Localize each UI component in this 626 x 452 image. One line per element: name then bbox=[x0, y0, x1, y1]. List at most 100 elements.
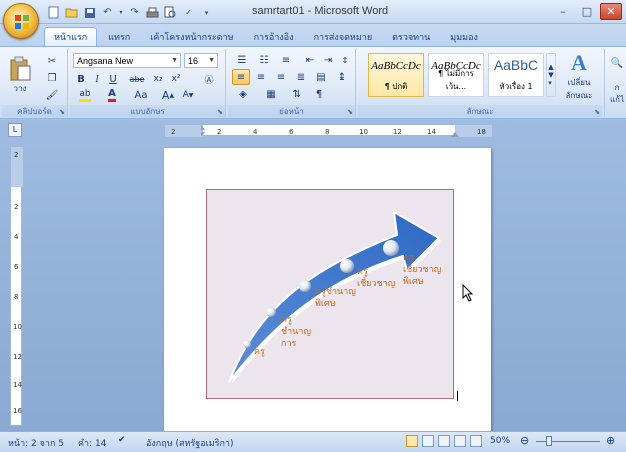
shrink-font-button[interactable]: A ▼ bbox=[180, 87, 196, 103]
style-normal[interactable]: AaBbCcDc ¶ ปกติ bbox=[368, 53, 424, 97]
open-icon[interactable] bbox=[64, 5, 79, 20]
clipboard-group: วาง ✂ ❐ 🖌 คลิปบอร์ด ⬊ bbox=[2, 49, 68, 117]
word-count[interactable]: คำ: 14 bbox=[78, 436, 106, 450]
zoom-level[interactable]: 50% bbox=[490, 436, 510, 446]
italic-button[interactable]: I bbox=[90, 71, 104, 87]
tab-view[interactable]: มุมมอง bbox=[441, 27, 487, 46]
align-center-icon[interactable]: ≡ bbox=[252, 69, 270, 85]
strikethrough-button[interactable]: abe bbox=[126, 71, 148, 87]
smartart-label[interactable]: ครูชำนาญ พิเศษ bbox=[315, 286, 356, 310]
horizontal-ruler[interactable]: 2 2 4 6 8 10 12 14 18 bbox=[164, 124, 492, 137]
paste-button[interactable]: วาง bbox=[6, 53, 34, 97]
sort-icon[interactable]: ↕ bbox=[338, 52, 352, 68]
proofing-icon[interactable]: ✔ bbox=[118, 435, 126, 445]
distributed-icon[interactable]: ▤ bbox=[312, 69, 330, 85]
close-icon[interactable]: ✕ bbox=[600, 3, 622, 20]
new-icon[interactable] bbox=[46, 5, 61, 20]
print-icon[interactable] bbox=[145, 5, 160, 20]
word-window: ↶ ▾ ↷ ✓ ▾ samrtart01 - Microsoft Word – … bbox=[0, 0, 626, 452]
change-case-button[interactable]: Aa bbox=[128, 87, 154, 103]
increase-indent-icon[interactable]: ⇥ bbox=[320, 52, 336, 68]
spelling-icon[interactable]: ✓ bbox=[181, 5, 196, 20]
underline-button[interactable]: U bbox=[106, 71, 120, 87]
cut-icon[interactable]: ✂ bbox=[42, 53, 62, 69]
bullets-icon[interactable]: ☰ bbox=[232, 52, 252, 68]
zoom-slider-thumb[interactable] bbox=[546, 436, 552, 446]
borders-icon[interactable]: ▦ bbox=[260, 86, 282, 102]
highlight-button[interactable]: ab bbox=[74, 87, 96, 103]
save-icon[interactable] bbox=[82, 5, 97, 20]
print-layout-view-icon[interactable] bbox=[406, 435, 418, 447]
draft-view-icon[interactable] bbox=[470, 435, 482, 447]
copy-icon[interactable]: ❐ bbox=[42, 70, 62, 86]
editing-label-2[interactable]: แก้ไ bbox=[607, 91, 626, 107]
find-icon[interactable]: 🔍 bbox=[607, 55, 626, 71]
paragraph-launcher-icon[interactable]: ⬊ bbox=[347, 108, 353, 116]
page-count[interactable]: หน้า: 2 จาก 5 bbox=[8, 436, 64, 450]
align-right-icon[interactable]: ≡ bbox=[272, 69, 290, 85]
multilevel-list-icon[interactable]: ≡ bbox=[276, 52, 296, 68]
redo-icon[interactable]: ↷ bbox=[127, 5, 142, 20]
outline-view-icon[interactable] bbox=[454, 435, 466, 447]
font-color-button[interactable]: A bbox=[102, 87, 122, 103]
format-painter-icon[interactable]: 🖌 bbox=[42, 87, 62, 103]
minimize-icon[interactable]: – bbox=[552, 3, 574, 20]
vertical-ruler-ticks: 2 2 4 6 8 10 12 14 16 bbox=[11, 147, 23, 415]
bold-button[interactable]: B bbox=[74, 71, 88, 87]
ruler-tick: 8 bbox=[14, 293, 18, 301]
print-preview-icon[interactable] bbox=[163, 5, 178, 20]
grow-font-button[interactable]: A ▲ bbox=[160, 87, 176, 103]
smartart-label[interactable]: ครู ชำนาญ การ bbox=[281, 314, 311, 350]
style-no-spacing[interactable]: AaBbCcDc ¶ ไม่มีการเว้น... bbox=[428, 53, 484, 97]
show-marks-icon[interactable]: ¶ bbox=[310, 86, 328, 102]
decrease-indent-icon[interactable]: ⇤ bbox=[302, 52, 318, 68]
tab-home[interactable]: หน้าแรก bbox=[44, 27, 98, 46]
tab-review[interactable]: ตรวจทาน bbox=[383, 27, 439, 46]
subscript-button[interactable]: x₂ bbox=[150, 71, 166, 87]
style-heading-1[interactable]: AaBbC หัวเรื่อง 1 bbox=[488, 53, 544, 97]
tab-selector[interactable]: L bbox=[8, 123, 22, 137]
ruler-tick: 16 bbox=[13, 407, 22, 415]
tab-references[interactable]: การอ้างอิง bbox=[245, 27, 303, 46]
smartart-label[interactable]: ครู เชี่ยวชาญ พิเศษ bbox=[403, 252, 441, 288]
vertical-ruler[interactable]: 2 2 4 6 8 10 12 14 16 bbox=[10, 146, 23, 426]
smartart-label[interactable]: ครู bbox=[254, 346, 265, 358]
zoom-out-icon[interactable]: ⊖ bbox=[520, 434, 529, 447]
tab-page-layout[interactable]: เค้าโครงหน้ากระดาษ bbox=[141, 27, 242, 46]
window-controls: – □ ✕ bbox=[552, 3, 622, 20]
maximize-icon[interactable]: □ bbox=[576, 3, 598, 20]
smartart-label[interactable]: ครู เชี่ยวชาญ bbox=[357, 266, 395, 290]
full-screen-reading-icon[interactable] bbox=[422, 435, 434, 447]
justify-icon[interactable]: ≣ bbox=[292, 69, 310, 85]
clear-formatting-button[interactable]: Ⓐ bbox=[200, 71, 218, 87]
font-name-combo[interactable]: Angsana New ▼ bbox=[73, 53, 181, 68]
align-left-icon[interactable]: ≡ bbox=[232, 69, 250, 85]
styles-launcher-icon[interactable]: ⬊ bbox=[594, 108, 600, 116]
numbering-icon[interactable]: ☷ bbox=[254, 52, 274, 68]
font-size-combo[interactable]: 16 ▼ bbox=[184, 53, 218, 68]
zoom-in-icon[interactable]: ⊕ bbox=[606, 434, 615, 447]
shading-icon[interactable]: ◈ bbox=[232, 86, 254, 102]
tab-insert[interactable]: แทรก bbox=[99, 27, 139, 46]
text-caret bbox=[457, 391, 458, 401]
editing-group: 🔍 ก แก้ไ bbox=[604, 49, 626, 117]
language-indicator[interactable]: อังกฤษ (สหรัฐอเมริกา) bbox=[146, 436, 234, 450]
line-spacing-icon[interactable]: ↨ bbox=[332, 69, 352, 85]
undo-dropdown-icon[interactable]: ▾ bbox=[118, 5, 124, 20]
font-launcher-icon[interactable]: ⬊ bbox=[217, 108, 223, 116]
styles-scroll[interactable]: ▲ ▼ ▾ bbox=[546, 53, 556, 97]
customize-icon[interactable]: ▾ bbox=[199, 5, 214, 20]
clipboard-launcher-icon[interactable]: ⬊ bbox=[59, 108, 65, 116]
change-styles-button[interactable]: A เปลี่ยน ลักษณะ bbox=[560, 50, 598, 100]
smartart-graphic[interactable]: ครู ครู ชำนาญ การ ครูชำนาญ พิเศษ ครู เชี… bbox=[206, 189, 454, 399]
sort-az-icon[interactable]: ⇅ bbox=[288, 86, 306, 102]
superscript-button[interactable]: x² bbox=[168, 71, 184, 87]
ruler-tick: 14 bbox=[427, 128, 436, 136]
tab-mailings[interactable]: การส่งจดหมาย bbox=[305, 27, 382, 46]
style-name: ¶ ปกติ bbox=[384, 82, 408, 91]
quick-access-toolbar: ↶ ▾ ↷ ✓ ▾ bbox=[46, 5, 214, 20]
style-name: ¶ ไม่มีการเว้น... bbox=[438, 69, 474, 91]
web-layout-icon[interactable] bbox=[438, 435, 450, 447]
office-button[interactable] bbox=[3, 3, 39, 39]
undo-icon[interactable]: ↶ bbox=[100, 5, 115, 20]
